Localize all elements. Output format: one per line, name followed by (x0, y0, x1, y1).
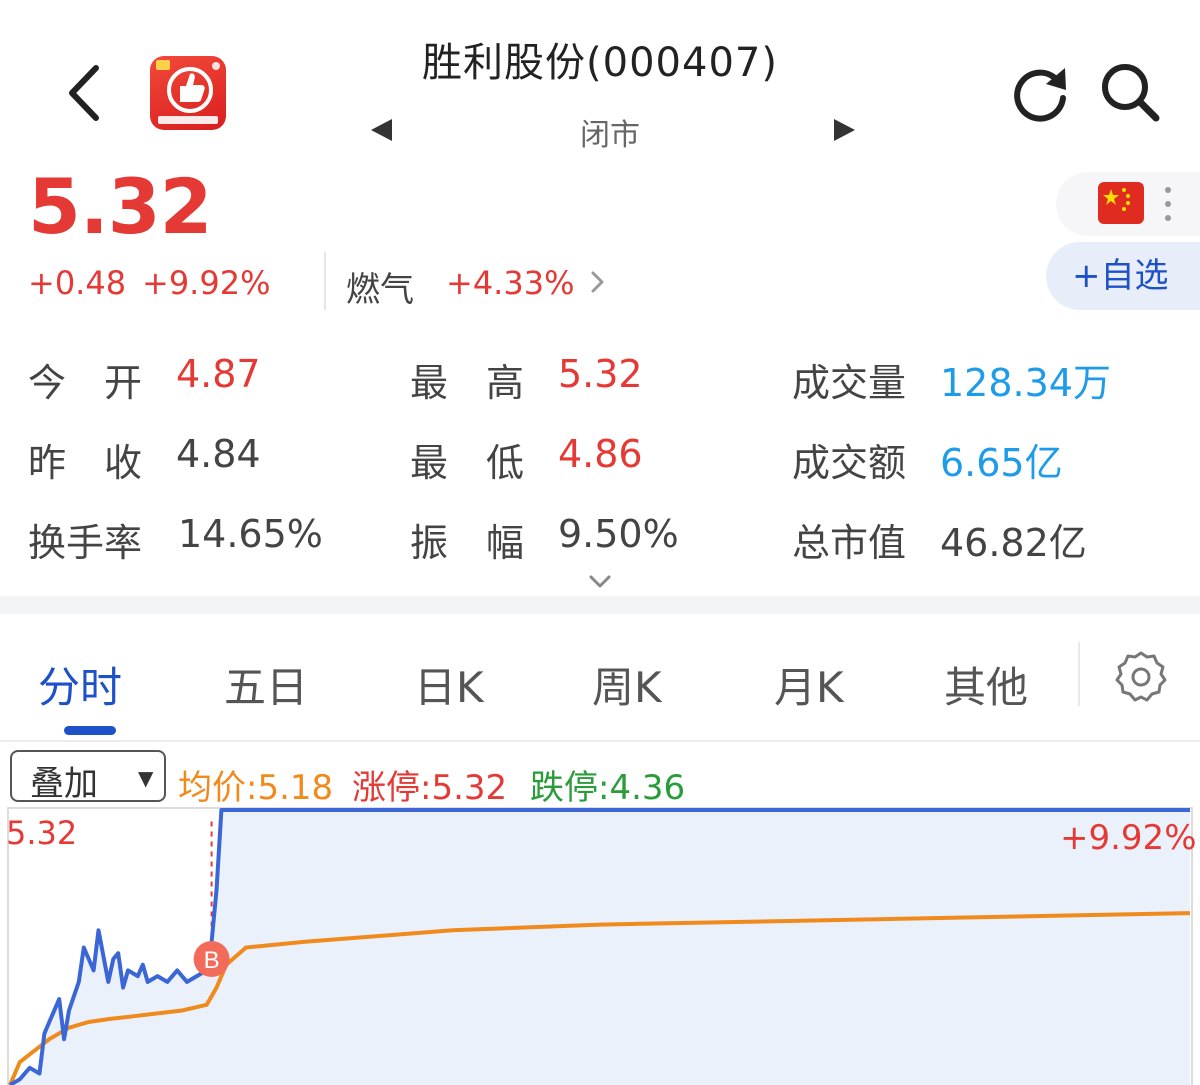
tab-five-day[interactable]: 五日 (224, 654, 308, 715)
prev-stock-button[interactable] (368, 116, 394, 144)
open-label: 今 开 (28, 361, 143, 405)
turnover-rate-label: 换手率 (28, 521, 143, 565)
high-value: 5.32 (558, 352, 643, 396)
broker-logo (150, 56, 226, 130)
next-stock-button[interactable] (832, 116, 858, 144)
amplitude-value: 9.50% (558, 512, 679, 556)
amount-value: 6.65亿 (940, 441, 1063, 485)
settings-gear-icon[interactable] (1114, 650, 1168, 704)
market-cap-label: 总市值 (792, 521, 907, 565)
china-flag-icon (1098, 180, 1144, 226)
search-button[interactable] (1098, 60, 1162, 124)
intraday-chart[interactable]: B (0, 806, 1200, 1085)
market-status: 闭市 (580, 118, 640, 153)
tab-monthly-k[interactable]: 月K (774, 654, 844, 715)
price-change-percent: +9.92% (142, 264, 271, 302)
stock-title: 胜利股份(000407) (422, 40, 778, 86)
divider (0, 740, 1200, 742)
volume-value: 128.34万 (940, 361, 1111, 405)
buy-marker-label: B (204, 947, 220, 974)
chevron-right-icon[interactable] (588, 268, 608, 296)
amount-label: 成交额 (792, 441, 907, 485)
average-price: 均价:5.18 (178, 768, 334, 808)
prev-close-value: 4.84 (176, 432, 261, 476)
sector-name[interactable]: 燃气 (346, 262, 414, 311)
chart-high-label: 5.32 (6, 814, 78, 852)
refresh-button[interactable] (1010, 62, 1072, 124)
overlay-select-label[interactable]: 叠加 (30, 756, 98, 805)
volume-label: 成交量 (792, 361, 907, 405)
triangle-right-icon (834, 119, 855, 141)
chevron-left-icon (69, 65, 99, 121)
expand-chevron-icon[interactable] (586, 572, 614, 592)
caret-down-icon[interactable]: ▼ (138, 766, 153, 790)
price-change: +0.48 (28, 264, 127, 302)
amplitude-label: 振 幅 (410, 521, 525, 565)
open-value: 4.87 (176, 352, 261, 396)
tab-other[interactable]: 其他 (944, 654, 1028, 715)
thumbs-up-logo-icon (156, 60, 220, 124)
low-value: 4.86 (558, 432, 643, 476)
sector-change[interactable]: +4.33% (446, 264, 574, 302)
limit-up-price: 涨停:5.32 (352, 768, 508, 808)
divider (1078, 642, 1080, 706)
more-vertical-icon[interactable] (1158, 184, 1178, 224)
chart-percent-label: +9.92% (1060, 818, 1197, 858)
search-icon (1102, 64, 1160, 122)
refresh-icon (1014, 68, 1066, 122)
low-label: 最 低 (410, 441, 525, 485)
prev-close-label: 昨 收 (28, 441, 143, 485)
divider (324, 252, 326, 310)
add-watchlist-button[interactable]: +自选 (1046, 242, 1200, 310)
limit-down-price: 跌停:4.36 (530, 768, 686, 808)
tab-weekly-k[interactable]: 周K (592, 654, 662, 715)
triangle-left-icon (371, 119, 392, 141)
turnover-rate-value: 14.65% (178, 512, 323, 556)
back-button[interactable] (58, 58, 118, 128)
high-label: 最 高 (410, 361, 525, 405)
section-separator (0, 596, 1200, 614)
tab-daily-k[interactable]: 日K (414, 654, 484, 715)
last-price: 5.32 (28, 162, 213, 251)
active-tab-indicator (64, 726, 116, 735)
tab-intraday[interactable]: 分时 (38, 654, 122, 715)
buy-marker[interactable]: B (193, 941, 230, 977)
market-cap-value: 46.82亿 (940, 521, 1087, 565)
